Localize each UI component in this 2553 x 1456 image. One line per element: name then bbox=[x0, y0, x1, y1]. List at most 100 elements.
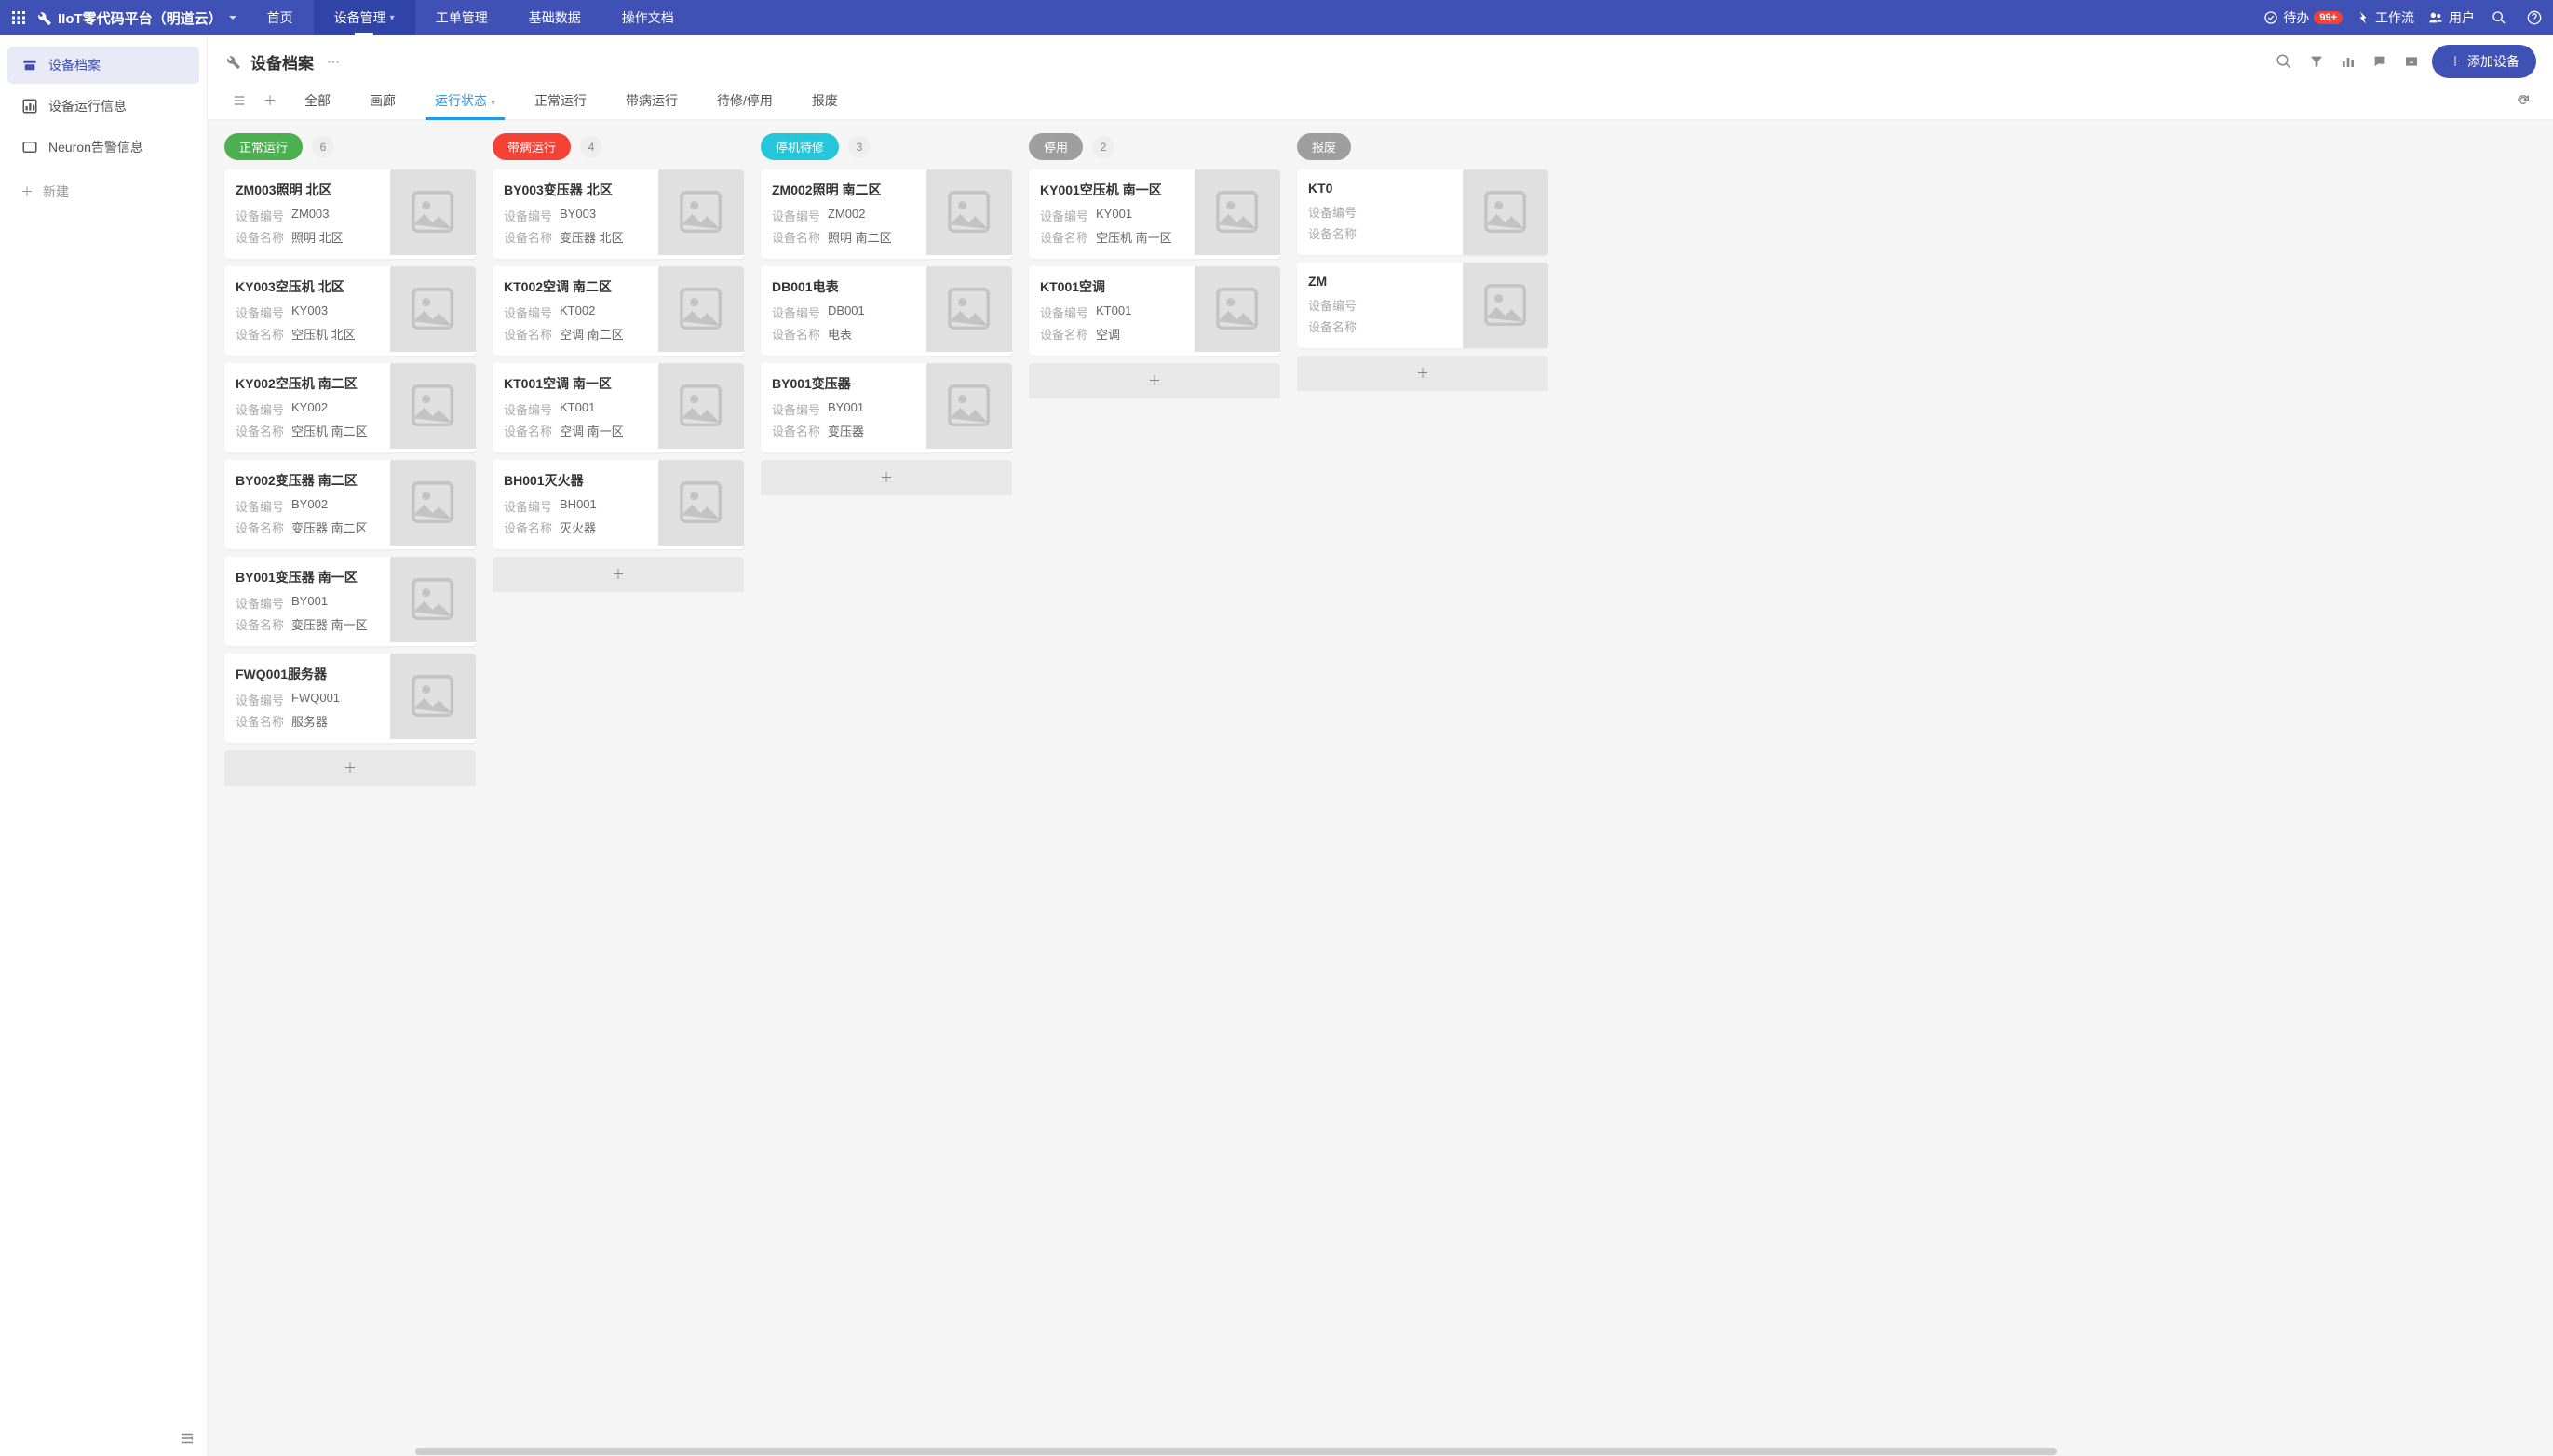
content: 设备档案 ⋯ ＋ 添加设备 ＋ 全部 画廊 运行状态▾ 正常运行 带病运行 待修… bbox=[208, 35, 2553, 1456]
card-thumbnail bbox=[1463, 169, 1548, 255]
card-body: ZM设备编号设备名称 bbox=[1297, 263, 1463, 348]
refresh-icon[interactable] bbox=[2510, 88, 2536, 114]
column-header: 报废 bbox=[1297, 133, 1548, 160]
tab-repair[interactable]: 待修/停用 bbox=[698, 82, 791, 119]
list-view-icon[interactable] bbox=[224, 84, 254, 117]
device-card[interactable]: BY001变压器设备编号BY001设备名称变压器 bbox=[761, 363, 1012, 452]
sidebar-item-neuron-alarm[interactable]: Neuron告警信息 bbox=[7, 128, 199, 166]
add-card-button[interactable]: ＋ bbox=[1029, 363, 1280, 398]
field-label-name: 设备名称 bbox=[236, 519, 284, 536]
tab-gallery[interactable]: 画廊 bbox=[351, 82, 414, 119]
card-title: KT0 bbox=[1308, 181, 1452, 195]
wrench-icon bbox=[35, 9, 52, 26]
add-view-icon[interactable]: ＋ bbox=[256, 82, 284, 119]
field-value-code: KY003 bbox=[291, 303, 328, 321]
card-thumbnail bbox=[390, 363, 476, 449]
tab-sick[interactable]: 带病运行 bbox=[607, 82, 696, 119]
card-body: KY002空压机 南二区设备编号KY002设备名称空压机 南二区 bbox=[224, 363, 390, 452]
card-body: BH001灭火器设备编号BH001设备名称灭火器 bbox=[493, 460, 658, 549]
field-label-name: 设备名称 bbox=[504, 422, 552, 439]
inbox-icon[interactable] bbox=[2400, 50, 2423, 73]
tab-status[interactable]: 运行状态▾ bbox=[416, 82, 514, 119]
user-button[interactable]: 用户 bbox=[2427, 8, 2475, 27]
device-card[interactable]: KT001空调 南一区设备编号KT001设备名称空调 南一区 bbox=[493, 363, 744, 452]
nav-master-data[interactable]: 基础数据 bbox=[508, 0, 601, 35]
field-value-name: 电表 bbox=[828, 325, 852, 343]
device-card[interactable]: BH001灭火器设备编号BH001设备名称灭火器 bbox=[493, 460, 744, 549]
chevron-down-icon[interactable] bbox=[228, 13, 237, 22]
device-card[interactable]: KY002空压机 南二区设备编号KY002设备名称空压机 南二区 bbox=[224, 363, 476, 452]
tab-normal[interactable]: 正常运行 bbox=[516, 82, 605, 119]
device-card[interactable]: BY003变压器 北区设备编号BY003设备名称变压器 北区 bbox=[493, 169, 744, 259]
field-value-name: 变压器 南一区 bbox=[291, 615, 368, 633]
card-title: KT001空调 bbox=[1040, 277, 1183, 296]
column-status-pill[interactable]: 报废 bbox=[1297, 133, 1351, 160]
more-icon[interactable]: ⋯ bbox=[327, 54, 340, 70]
add-card-button[interactable]: ＋ bbox=[761, 460, 1012, 495]
field-label-code: 设备编号 bbox=[772, 303, 820, 321]
workflow-button[interactable]: 工作流 bbox=[2356, 8, 2414, 27]
device-card[interactable]: KY003空压机 北区设备编号KY003设备名称空压机 北区 bbox=[224, 266, 476, 356]
field-value-name: 空压机 北区 bbox=[291, 325, 356, 343]
field-label-code: 设备编号 bbox=[236, 594, 284, 612]
column-status-pill[interactable]: 正常运行 bbox=[224, 133, 303, 160]
filter-icon[interactable] bbox=[2305, 50, 2328, 73]
page-header: 设备档案 ⋯ ＋ 添加设备 bbox=[208, 35, 2553, 82]
tab-scrap[interactable]: 报废 bbox=[793, 82, 857, 119]
field-label-name: 设备名称 bbox=[236, 422, 284, 439]
add-device-button[interactable]: ＋ 添加设备 bbox=[2432, 45, 2536, 78]
column-status-pill[interactable]: 带病运行 bbox=[493, 133, 571, 160]
tab-all[interactable]: 全部 bbox=[286, 82, 349, 119]
device-card[interactable]: KT0设备编号设备名称 bbox=[1297, 169, 1548, 255]
card-thumbnail bbox=[658, 266, 744, 352]
device-card[interactable]: ZM003照明 北区设备编号ZM003设备名称照明 北区 bbox=[224, 169, 476, 259]
card-thumbnail bbox=[926, 363, 1012, 449]
field-value-code: KY002 bbox=[291, 400, 328, 418]
sidebar-new-button[interactable]: ＋ 新建 bbox=[7, 173, 199, 210]
nav-home[interactable]: 首页 bbox=[247, 0, 314, 35]
sidebar-item-runtime-info[interactable]: 设备运行信息 bbox=[7, 88, 199, 125]
sidebar-collapse-button[interactable] bbox=[179, 1430, 196, 1447]
device-card[interactable]: DB001电表设备编号DB001设备名称电表 bbox=[761, 266, 1012, 356]
add-card-button[interactable]: ＋ bbox=[1297, 356, 1548, 391]
comment-icon[interactable] bbox=[2369, 50, 2391, 73]
field-label-name: 设备名称 bbox=[1308, 224, 1357, 242]
nav-ticket-mgmt[interactable]: 工单管理 bbox=[415, 0, 508, 35]
app-title[interactable]: IIoT零代码平台（明道云） bbox=[58, 8, 223, 28]
horizontal-scrollbar[interactable] bbox=[208, 1447, 2553, 1456]
kanban-board[interactable]: 正常运行6ZM003照明 北区设备编号ZM003设备名称照明 北区KY003空压… bbox=[208, 120, 2553, 1447]
device-card[interactable]: KY001空压机 南一区设备编号KY001设备名称空压机 南一区 bbox=[1029, 169, 1280, 259]
nav-device-mgmt[interactable]: 设备管理▾ bbox=[314, 0, 415, 35]
nav-docs[interactable]: 操作文档 bbox=[601, 0, 695, 35]
device-card[interactable]: KT002空调 南二区设备编号KT002设备名称空调 南二区 bbox=[493, 266, 744, 356]
field-label-name: 设备名称 bbox=[504, 228, 552, 246]
help-icon[interactable] bbox=[2523, 7, 2546, 29]
card-title: KY002空压机 南二区 bbox=[236, 374, 379, 393]
field-value-name: 照明 南二区 bbox=[828, 228, 892, 246]
column-status-pill[interactable]: 停用 bbox=[1029, 133, 1083, 160]
search-icon[interactable] bbox=[2272, 49, 2296, 74]
field-label-code: 设备编号 bbox=[236, 691, 284, 708]
field-value-name: 空压机 南一区 bbox=[1096, 228, 1172, 246]
search-icon[interactable] bbox=[2488, 7, 2510, 29]
card-title: BY003变压器 北区 bbox=[504, 181, 647, 199]
field-label-code: 设备编号 bbox=[504, 303, 552, 321]
add-card-button[interactable]: ＋ bbox=[224, 750, 476, 786]
device-card[interactable]: ZM设备编号设备名称 bbox=[1297, 263, 1548, 348]
sidebar-item-device-archive[interactable]: 设备档案 bbox=[7, 47, 199, 84]
device-card[interactable]: FWQ001服务器设备编号FWQ001设备名称服务器 bbox=[224, 654, 476, 743]
device-card[interactable]: KT001空调设备编号KT001设备名称空调 bbox=[1029, 266, 1280, 356]
scrollbar-thumb[interactable] bbox=[415, 1448, 2057, 1455]
device-card[interactable]: BY002变压器 南二区设备编号BY002设备名称变压器 南二区 bbox=[224, 460, 476, 549]
plus-icon: ＋ bbox=[612, 565, 625, 584]
apps-grid-icon[interactable] bbox=[6, 5, 32, 31]
stats-icon[interactable] bbox=[2337, 50, 2359, 73]
device-card[interactable]: BY001变压器 南一区设备编号BY001设备名称变压器 南一区 bbox=[224, 557, 476, 646]
field-value-name: 变压器 南二区 bbox=[291, 519, 368, 536]
field-label-name: 设备名称 bbox=[772, 422, 820, 439]
add-card-button[interactable]: ＋ bbox=[493, 557, 744, 592]
device-card[interactable]: ZM002照明 南二区设备编号ZM002设备名称照明 南二区 bbox=[761, 169, 1012, 259]
column-status-pill[interactable]: 停机待修 bbox=[761, 133, 839, 160]
field-value-name: 照明 北区 bbox=[291, 228, 344, 246]
todo-button[interactable]: 待办 99+ bbox=[2263, 8, 2343, 27]
